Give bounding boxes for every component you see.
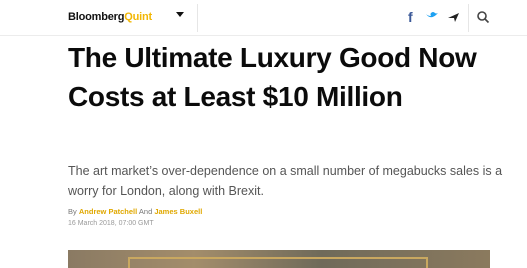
publish-timestamp: 16 March 2018, 07:00 GMT bbox=[68, 220, 154, 227]
brand-name-part2: Quint bbox=[124, 11, 152, 23]
byline-conjunction: And bbox=[138, 207, 153, 216]
author-link-2[interactable]: James Buxell bbox=[154, 207, 202, 216]
top-navigation-bar: BloombergQuint f bbox=[0, 0, 527, 36]
search-icon[interactable] bbox=[476, 9, 490, 25]
hero-image bbox=[68, 250, 490, 268]
divider bbox=[197, 4, 198, 32]
site-logo[interactable]: BloombergQuint bbox=[68, 11, 152, 23]
byline: By Andrew Patchell And James Buxell bbox=[68, 207, 202, 216]
article-headline: The Ultimate Luxury Good Now Costs at Le… bbox=[68, 42, 477, 112]
send-icon[interactable] bbox=[447, 9, 461, 25]
article-summary: The art market’s over-dependence on a sm… bbox=[68, 164, 503, 198]
author-link-1[interactable]: Andrew Patchell bbox=[79, 207, 137, 216]
byline-prefix: By bbox=[68, 207, 77, 216]
divider bbox=[468, 4, 469, 32]
facebook-icon[interactable]: f bbox=[405, 9, 419, 25]
twitter-icon[interactable] bbox=[425, 9, 439, 25]
brand-name-part1: Bloomberg bbox=[68, 11, 125, 23]
painting-frame bbox=[128, 257, 428, 268]
svg-text:f: f bbox=[408, 9, 413, 25]
chevron-down-icon[interactable] bbox=[175, 11, 185, 22]
